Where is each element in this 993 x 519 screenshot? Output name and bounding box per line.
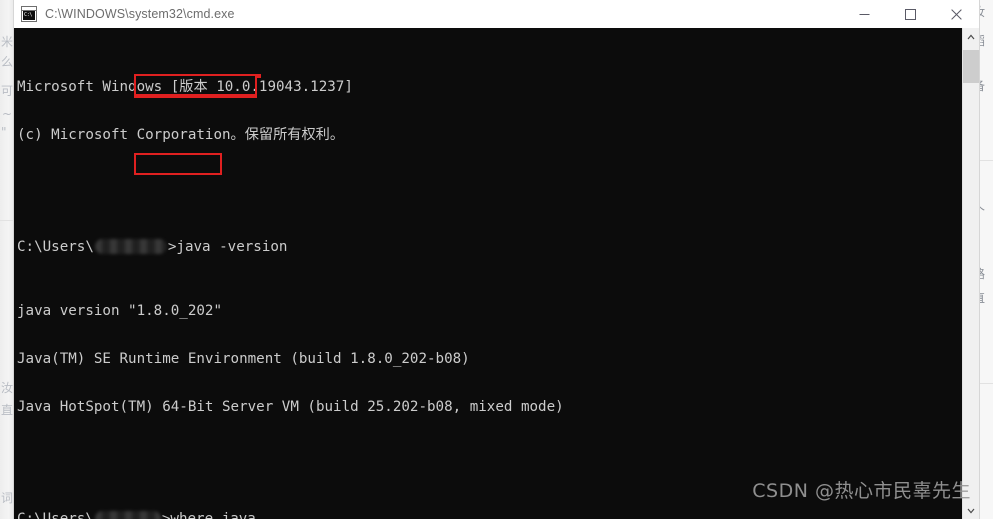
typed-command: where java bbox=[170, 511, 256, 519]
prompt-prefix: C:\Users\ bbox=[17, 511, 94, 519]
bg-fragment: 直 bbox=[1, 403, 14, 417]
cmd-icon: C:\ bbox=[21, 6, 37, 22]
console-line: Microsoft Windows [版本 10.0.19043.1237] bbox=[17, 79, 353, 95]
bg-fragment: 汝 bbox=[1, 381, 14, 395]
maximize-icon bbox=[904, 8, 916, 20]
minimize-icon bbox=[859, 13, 869, 15]
redacted-username bbox=[94, 511, 161, 519]
close-button[interactable] bbox=[933, 0, 979, 28]
console-text: Microsoft Windows [版本 10.0.19043.1237] (… bbox=[17, 31, 564, 519]
minimize-button[interactable] bbox=[841, 0, 887, 28]
chevron-down-icon bbox=[967, 508, 975, 514]
background-left-strip: 米 么 可 ~ " 汝 直 词 bbox=[0, 0, 14, 519]
bg-fragment: ~ bbox=[2, 107, 13, 121]
cmd-window[interactable]: C:\ C:\WINDOWS\system32\cmd.exe Microsof… bbox=[14, 0, 979, 519]
chevron-up-icon bbox=[967, 33, 975, 39]
bg-fragment: " bbox=[1, 125, 7, 139]
window-title: C:\WINDOWS\system32\cmd.exe bbox=[45, 7, 235, 21]
scroll-up-button[interactable] bbox=[963, 28, 979, 45]
window-titlebar[interactable]: C:\ C:\WINDOWS\system32\cmd.exe bbox=[14, 0, 979, 29]
typed-command: java -version bbox=[176, 239, 288, 255]
console-scrollbar[interactable] bbox=[962, 28, 979, 519]
prompt-prefix: C:\Users\ bbox=[17, 239, 94, 255]
scroll-down-button[interactable] bbox=[963, 502, 979, 519]
redacted-username bbox=[94, 239, 167, 254]
bg-fragment: 米 bbox=[1, 35, 14, 49]
console-line: Java HotSpot(TM) 64-Bit Server VM (build… bbox=[17, 399, 564, 415]
bg-fragment: 么 bbox=[1, 55, 14, 69]
console-line: (c) Microsoft Corporation。保留所有权利。 bbox=[17, 127, 345, 143]
bg-fragment: 可 bbox=[1, 84, 14, 98]
console-prompt-line: C:\Users\ >java -version bbox=[17, 239, 564, 255]
csdn-watermark: CSDN @热心市民辜先生 bbox=[752, 480, 971, 502]
console-line: Java(TM) SE Runtime Environment (build 1… bbox=[17, 351, 470, 367]
scrollbar-thumb[interactable] bbox=[963, 50, 979, 83]
console-prompt-line: C:\Users\ >where java bbox=[17, 511, 564, 519]
window-controls bbox=[841, 0, 979, 28]
cmd-icon-glyph: C:\ bbox=[23, 11, 35, 20]
close-icon bbox=[950, 8, 962, 20]
maximize-button[interactable] bbox=[887, 0, 933, 28]
bg-fragment: 词 bbox=[1, 491, 14, 505]
bg-divider bbox=[0, 220, 14, 221]
console-line: java version "1.8.0_202" bbox=[17, 303, 222, 319]
console-output-area[interactable]: Microsoft Windows [版本 10.0.19043.1237] (… bbox=[14, 28, 979, 519]
